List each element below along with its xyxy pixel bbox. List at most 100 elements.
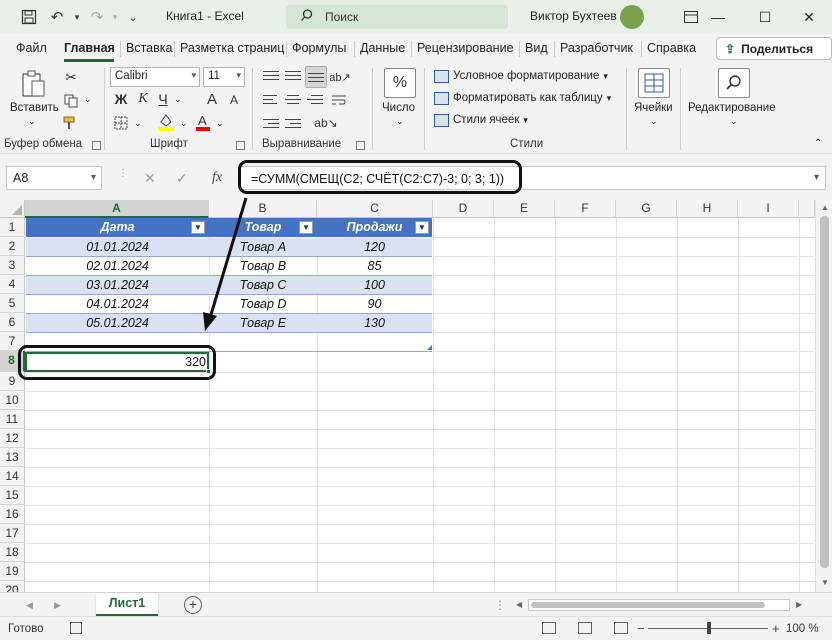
conditional-formatting-button[interactable]: Условное форматирование ▾ — [434, 67, 608, 85]
undo-icon[interactable]: ↶ — [46, 6, 68, 28]
table-cell[interactable]: Товар C — [209, 276, 317, 295]
row-header[interactable]: 4 — [0, 275, 25, 294]
tab-developer[interactable]: Разработчик — [560, 41, 633, 55]
accessibility-icon[interactable] — [70, 622, 82, 634]
zoom-out-icon[interactable]: − — [637, 621, 645, 636]
row-header[interactable]: 13 — [0, 448, 25, 467]
fill-color-dropdown-icon[interactable]: ⌄ — [180, 118, 188, 129]
add-sheet-button[interactable]: + — [184, 596, 202, 614]
scrollbar-thumb[interactable] — [531, 602, 765, 608]
insert-function-icon[interactable]: fx — [212, 170, 222, 186]
table-cell[interactable]: Товар A — [209, 238, 317, 257]
paste-label[interactable]: Вставить — [10, 102, 59, 114]
wrap-text-icon[interactable] — [330, 92, 348, 108]
enter-formula-icon[interactable]: ✓ — [176, 170, 188, 187]
maximize-icon[interactable]: ☐ — [742, 0, 788, 34]
font-color-icon[interactable]: A — [194, 112, 212, 132]
format-as-table-button[interactable]: Форматировать как таблицу ▾ — [434, 89, 611, 107]
table-cell[interactable]: 02.01.2024 — [26, 257, 209, 276]
name-box[interactable]: A8 ▾ — [6, 166, 102, 190]
table-header-cell[interactable]: Дата — [26, 218, 209, 237]
borders-dropdown-icon[interactable]: ⌄ — [134, 118, 142, 129]
paste-dropdown-icon[interactable]: ⌄ — [28, 116, 36, 127]
tab-split-grip-icon[interactable]: ⋮ — [494, 598, 506, 612]
row-header[interactable]: 20 — [0, 581, 25, 592]
table-cell[interactable]: Товар E — [209, 314, 317, 333]
undo-dropdown-icon[interactable]: ▾ — [66, 6, 88, 28]
grow-font-button[interactable]: A — [204, 90, 220, 108]
row-header[interactable]: 1 — [0, 218, 25, 237]
align-right-icon[interactable] — [306, 92, 324, 108]
italic-button[interactable]: К — [134, 90, 152, 108]
scrollbar-thumb[interactable] — [820, 216, 829, 568]
tab-insert[interactable]: Вставка — [126, 41, 172, 55]
zoom-slider-knob[interactable] — [707, 622, 711, 634]
editing-icon[interactable] — [718, 68, 750, 98]
collapse-ribbon-icon[interactable]: ⌃ — [814, 138, 822, 149]
horizontal-scrollbar[interactable] — [528, 599, 790, 611]
row-header[interactable]: 5 — [0, 294, 25, 313]
align-top-icon[interactable] — [262, 68, 280, 84]
scroll-left-icon[interactable]: ◀ — [516, 600, 522, 609]
column-header[interactable]: I — [738, 200, 799, 218]
row-header[interactable]: 17 — [0, 524, 25, 543]
tab-data[interactable]: Данные — [360, 41, 405, 55]
font-name-select[interactable]: Calibri ▾ — [110, 67, 200, 87]
number-format-icon[interactable]: % — [384, 68, 416, 98]
row-header[interactable]: 3 — [0, 256, 25, 275]
cells-dropdown-icon[interactable]: ⌄ — [650, 116, 658, 127]
column-header[interactable]: E — [494, 200, 555, 218]
row-header[interactable]: 14 — [0, 467, 25, 486]
row-header[interactable]: 6 — [0, 313, 25, 332]
decrease-indent-icon[interactable] — [262, 116, 280, 132]
table-cell[interactable]: 90 — [317, 295, 432, 314]
table-cell[interactable]: 05.01.2024 — [26, 314, 209, 333]
user-name[interactable]: Виктор Бухтеев — [530, 9, 617, 23]
align-bottom-icon[interactable] — [307, 70, 325, 86]
minimize-icon[interactable]: — — [695, 0, 741, 34]
format-painter-icon[interactable] — [62, 114, 80, 132]
vertical-scrollbar[interactable]: ▲ ▼ — [815, 200, 832, 592]
table-cell[interactable]: Товар D — [209, 295, 317, 314]
copy-icon[interactable] — [62, 92, 80, 110]
table-cell[interactable]: 130 — [317, 314, 432, 333]
clipboard-launcher-icon[interactable] — [92, 141, 101, 150]
tab-help[interactable]: Справка — [647, 41, 696, 55]
font-size-select[interactable]: 11 ▾ — [203, 67, 245, 87]
row-header[interactable]: 16 — [0, 505, 25, 524]
column-header-partial[interactable] — [799, 200, 815, 218]
expand-formula-icon[interactable]: ▾ — [814, 172, 819, 183]
tab-file[interactable]: Файл — [16, 41, 47, 55]
copy-dropdown-icon[interactable]: ⌄ — [84, 94, 92, 105]
filter-dropdown-icon[interactable]: ▼ — [299, 221, 313, 234]
fill-color-icon[interactable] — [156, 112, 176, 132]
table-cell[interactable]: Товар B — [209, 257, 317, 276]
page-break-view-icon[interactable] — [614, 622, 628, 634]
column-header[interactable]: D — [433, 200, 494, 218]
table-cell[interactable]: 85 — [317, 257, 432, 276]
cells-label[interactable]: Ячейки — [634, 102, 673, 114]
shrink-font-button[interactable]: A — [226, 92, 242, 108]
table-cell[interactable]: 03.01.2024 — [26, 276, 209, 295]
customize-qat-icon[interactable]: ⌄ — [122, 6, 144, 28]
column-header[interactable]: B — [209, 200, 317, 218]
alignment-launcher-icon[interactable] — [356, 141, 365, 150]
row-header[interactable]: 19 — [0, 562, 25, 581]
filter-dropdown-icon[interactable]: ▼ — [191, 221, 205, 234]
tab-page-layout[interactable]: Разметка страниц — [180, 41, 284, 55]
align-left-icon[interactable] — [262, 92, 280, 108]
align-middle-icon[interactable] — [284, 68, 302, 84]
column-header[interactable]: C — [317, 200, 433, 218]
prev-sheet-icon[interactable]: ◀ — [26, 600, 33, 611]
row-header[interactable]: 18 — [0, 543, 25, 562]
cells-icon[interactable] — [638, 68, 670, 98]
orientation-icon[interactable]: ab↗ — [329, 68, 350, 86]
row-header[interactable]: 2 — [0, 237, 25, 256]
editing-label[interactable]: Редактирование — [688, 102, 776, 114]
row-header[interactable]: 12 — [0, 429, 25, 448]
tab-review[interactable]: Рецензирование — [417, 41, 514, 55]
row-header[interactable]: 11 — [0, 410, 25, 429]
column-header[interactable]: F — [555, 200, 616, 218]
close-icon[interactable]: ✕ — [786, 0, 832, 34]
bold-button[interactable]: Ж — [112, 90, 130, 108]
